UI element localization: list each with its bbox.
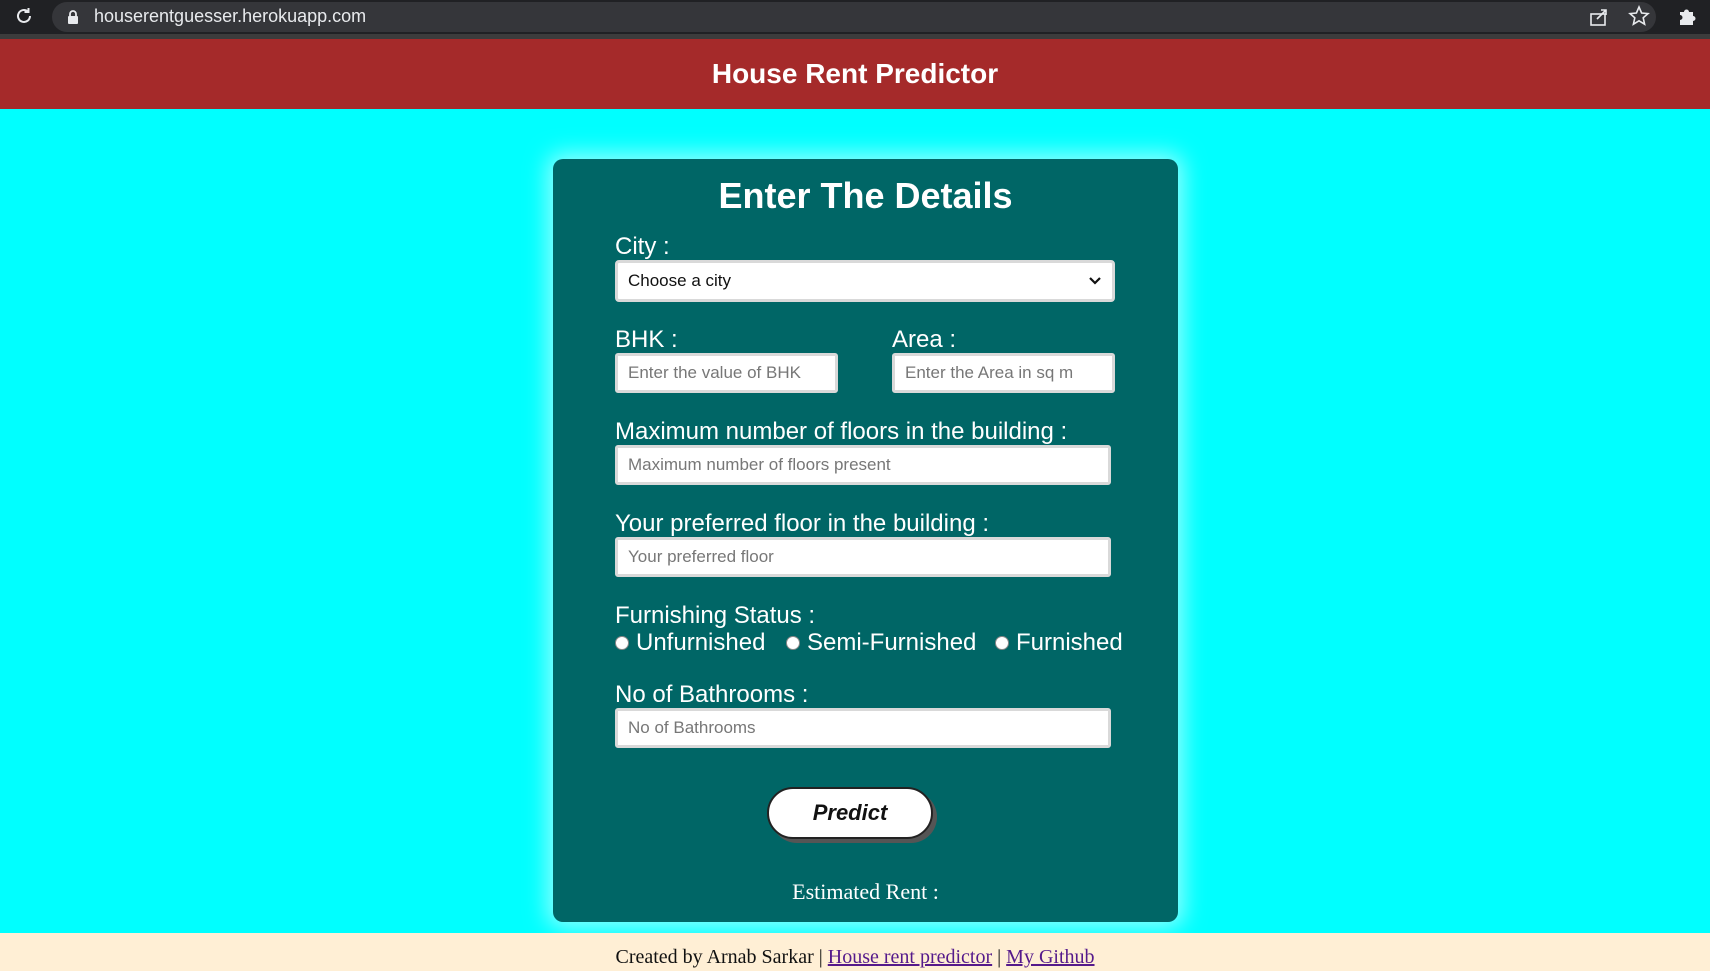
- page-title: House Rent Predictor: [711, 58, 999, 89]
- city-label: City :: [615, 233, 670, 260]
- browser-toolbar: houserentguesser.herokuapp.com: [0, 0, 1710, 34]
- share-icon[interactable]: [1588, 6, 1610, 28]
- chevron-down-icon: [1088, 271, 1102, 291]
- details-form: Enter The Details City : Choose a city B…: [553, 159, 1178, 922]
- bhk-field[interactable]: [615, 353, 838, 393]
- radio-furnished[interactable]: Furnished: [995, 629, 1123, 657]
- house-rent-predictor-link[interactable]: House rent predictor: [828, 946, 992, 968]
- bhk-label: BHK :: [615, 326, 678, 353]
- lock-icon[interactable]: [66, 9, 80, 25]
- area-label: Area :: [892, 326, 957, 353]
- area-input[interactable]: [903, 362, 1104, 384]
- bathrooms-label: No of Bathrooms :: [615, 681, 809, 708]
- reload-icon[interactable]: [13, 5, 35, 27]
- preferred-floor-input[interactable]: [626, 546, 1100, 568]
- preferred-floor-field[interactable]: [615, 537, 1111, 577]
- radio-semi-furnished[interactable]: Semi-Furnished: [786, 629, 976, 657]
- radio-unfurnished[interactable]: Unfurnished: [615, 629, 765, 657]
- bhk-input[interactable]: [626, 362, 827, 384]
- furnishing-label: Furnishing Status :: [615, 602, 816, 629]
- star-icon[interactable]: [1628, 5, 1650, 27]
- radio-label: Furnished: [1016, 629, 1123, 656]
- footer: Created by Arnab Sarkar | House rent pre…: [0, 933, 1710, 971]
- address-url[interactable]: houserentguesser.herokuapp.com: [94, 6, 366, 27]
- github-link[interactable]: My Github: [1006, 946, 1094, 968]
- footer-credit: Created by Arnab Sarkar: [615, 946, 814, 968]
- area-field[interactable]: [892, 353, 1115, 393]
- bathrooms-input[interactable]: [626, 717, 1100, 739]
- page-header: House Rent Predictor: [0, 39, 1710, 109]
- form-title: Enter The Details: [718, 175, 1013, 216]
- bathrooms-field[interactable]: [615, 708, 1111, 748]
- max-floors-label: Maximum number of floors in the building…: [615, 418, 1068, 445]
- city-select[interactable]: Choose a city: [615, 260, 1115, 302]
- radio-label: Semi-Furnished: [807, 629, 977, 656]
- radio-label: Unfurnished: [636, 629, 766, 656]
- footer-separator: |: [818, 946, 823, 968]
- extensions-icon[interactable]: [1676, 5, 1698, 27]
- city-select-value: Choose a city: [628, 271, 731, 290]
- estimated-rent: Estimated Rent :: [792, 879, 939, 904]
- radio-button[interactable]: [786, 636, 800, 650]
- radio-button[interactable]: [615, 636, 629, 650]
- radio-button[interactable]: [995, 636, 1009, 650]
- max-floors-field[interactable]: [615, 445, 1111, 485]
- max-floors-input[interactable]: [626, 454, 1100, 476]
- footer-separator: |: [997, 946, 1002, 968]
- preferred-floor-label: Your preferred floor in the building :: [615, 510, 990, 537]
- predict-button[interactable]: Predict: [767, 787, 933, 839]
